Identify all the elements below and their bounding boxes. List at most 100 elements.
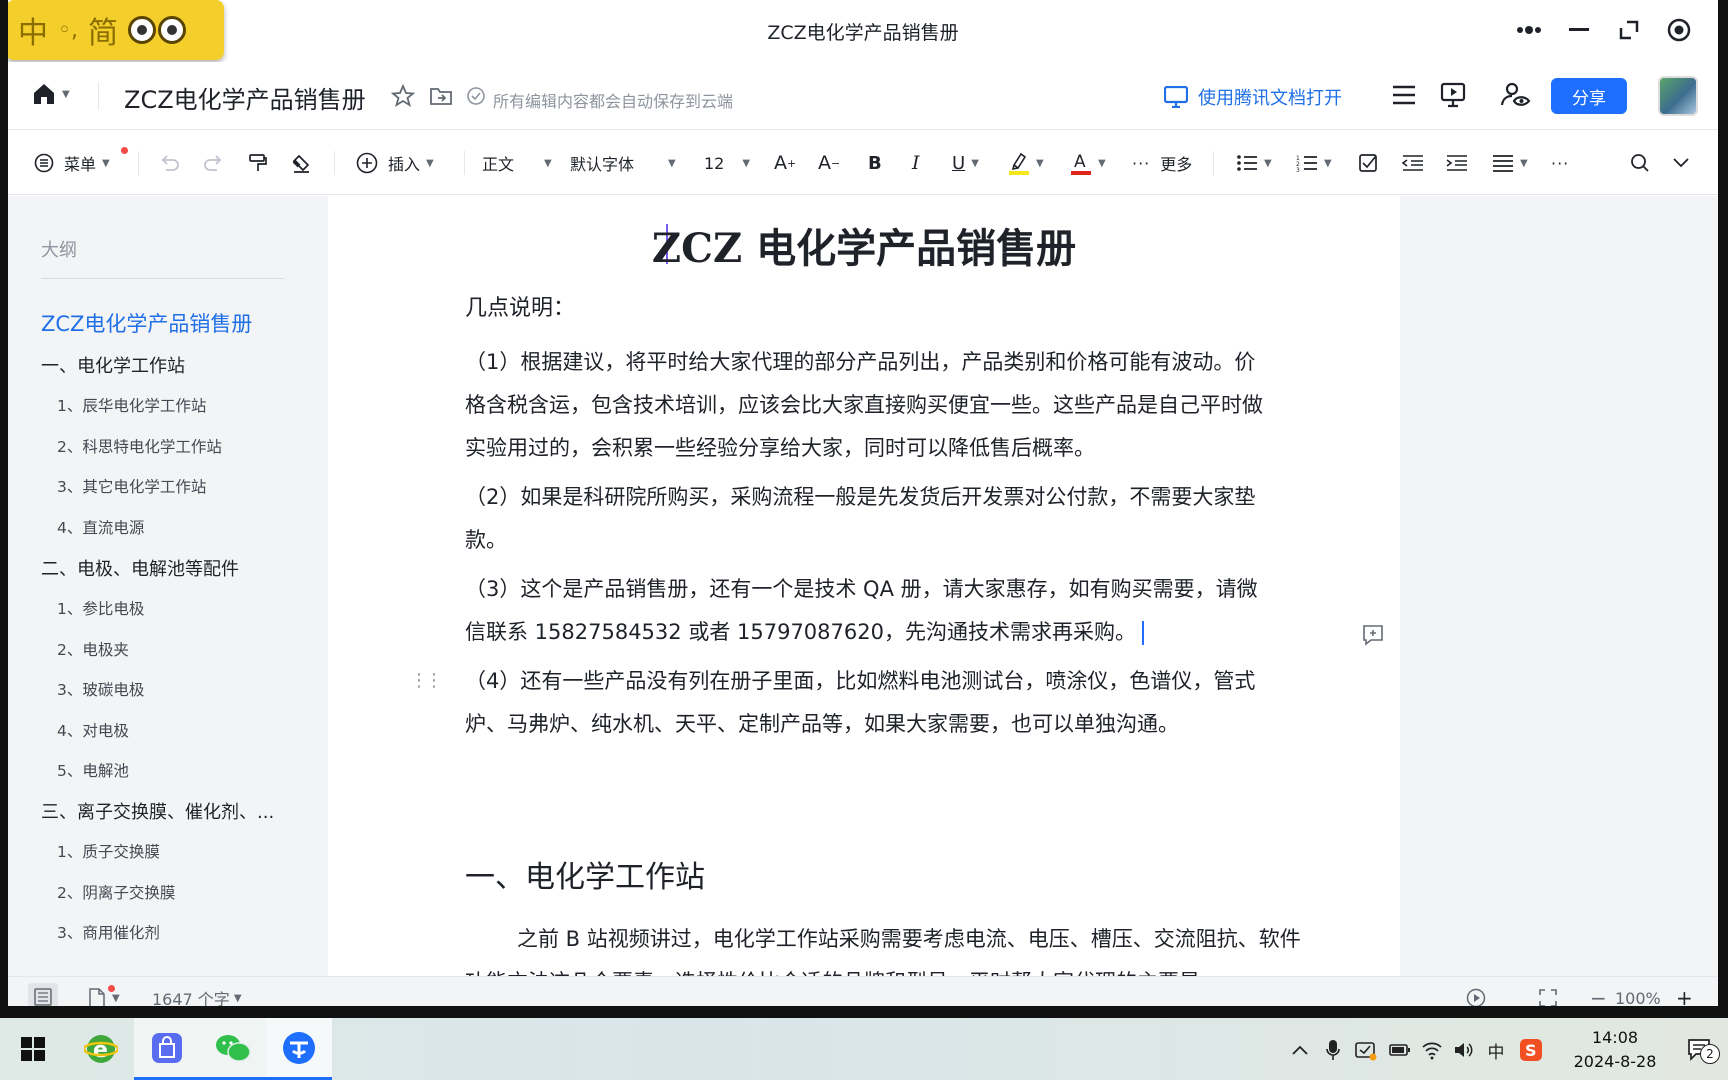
doc-title[interactable]: ZCZ电化学产品销售册 — [124, 80, 366, 115]
outline-item[interactable]: 1、质子交换膜 — [57, 840, 160, 862]
wifi-icon[interactable] — [1420, 1038, 1444, 1062]
document-heading[interactable]: ZCZ 电化学产品销售册 — [328, 216, 1400, 274]
outline-item[interactable]: ZCZ电化学产品销售册 — [41, 308, 252, 338]
outline-item[interactable]: 3、商用催化剂 — [57, 921, 160, 943]
collapse-toolbar-icon[interactable] — [1672, 149, 1690, 177]
tencent-docs-app-icon[interactable] — [266, 1018, 332, 1080]
redo-icon[interactable] — [203, 149, 223, 177]
drag-handle-icon[interactable]: ⋮⋮ — [410, 670, 443, 691]
open-in-tencent-docs-button[interactable]: 使用腾讯文档打开 — [1164, 84, 1342, 110]
underline-icon[interactable]: U ▼ — [952, 149, 979, 177]
move-folder-icon[interactable] — [429, 84, 453, 112]
increase-font-icon[interactable]: A + — [774, 149, 796, 177]
document-page[interactable]: ZCZ 电化学产品销售册 几点说明： （1）根据建议，将平时给大家代理的部分产品… — [328, 196, 1400, 976]
style-value: 正文 — [482, 155, 515, 174]
more-label: 更多 — [1160, 155, 1193, 174]
paragraph[interactable]: 之前 B 站视频讲过，电化学工作站采购需要考虑电流、电压、槽压、交流阻抗、软件功… — [465, 918, 1315, 976]
outline-item[interactable]: 2、电极夹 — [57, 638, 129, 660]
clock-time: 14:08 — [1591, 1028, 1639, 1047]
presentation-icon[interactable] — [1440, 82, 1466, 112]
system-clock[interactable]: 14:08 2024-8-28 — [1560, 1026, 1670, 1074]
font-size-select[interactable]: 12 ▼ — [704, 149, 750, 177]
microphone-icon[interactable] — [1322, 1038, 1344, 1062]
home-icon — [34, 84, 54, 104]
menu-circle-icon — [34, 153, 54, 173]
ime-indicator[interactable]: 中 — [1484, 1038, 1508, 1063]
format-painter-icon[interactable] — [248, 149, 268, 177]
menu-lines-icon[interactable] — [1392, 84, 1416, 110]
plus-circle-icon — [356, 152, 378, 174]
outline-item[interactable]: 一、电化学工作站 — [41, 352, 185, 378]
outline-item[interactable]: 1、参比电极 — [57, 597, 144, 619]
volume-icon[interactable] — [1452, 1038, 1476, 1062]
paragraph[interactable]: （3）这个是产品销售册，还有一个是技术 QA 册，请大家惠存，如有购买需要，请微… — [465, 568, 1265, 654]
more-options-icon[interactable] — [1511, 14, 1547, 46]
numbered-list-icon[interactable]: 123 ▼ — [1296, 149, 1332, 177]
italic-icon[interactable]: I — [912, 149, 920, 177]
paragraph[interactable]: （1）根据建议，将平时给大家代理的部分产品列出，产品类别和价格可能有波动。价格含… — [465, 341, 1265, 470]
home-button[interactable]: ▼ — [32, 82, 70, 106]
outdent-icon[interactable] — [1402, 149, 1424, 177]
notes-title[interactable]: 几点说明： — [465, 290, 575, 322]
add-comment-icon[interactable] — [1362, 624, 1384, 650]
window-title: ZCZ电化学产品销售册 — [767, 22, 959, 44]
share-button[interactable]: 分享 — [1551, 78, 1627, 114]
paragraph[interactable]: （2）如果是科研院所购买，采购流程一般是先发货后开发票对公付款，不需要大家垫款。 — [465, 476, 1265, 562]
font-family-select[interactable]: 默认字体 ▼ — [570, 149, 676, 177]
insert-button[interactable]: 插入 ▼ — [356, 149, 434, 177]
checklist-icon[interactable] — [1358, 149, 1378, 177]
align-icon[interactable]: ▼ — [1492, 149, 1528, 177]
wechat-app-icon[interactable] — [200, 1018, 266, 1080]
divider — [98, 82, 99, 110]
restore-icon[interactable] — [1611, 14, 1647, 46]
collaborator-view-icon[interactable] — [1500, 82, 1531, 112]
menu-button[interactable]: 菜单 ▼ — [34, 147, 128, 177]
tray-expand-icon[interactable] — [1290, 1038, 1310, 1062]
minimize-icon[interactable] — [1561, 14, 1597, 46]
avatar[interactable] — [1658, 76, 1698, 116]
paragraph[interactable]: （4）还有一些产品没有列在册子里面，比如燃料电池测试台，喷涂仪，色谱仪，管式炉、… — [465, 660, 1265, 746]
outline-item[interactable]: 3、其它电化学工作站 — [57, 475, 206, 497]
paragraph-style-select[interactable]: 正文 ▼ — [482, 149, 552, 177]
undo-icon[interactable] — [160, 149, 180, 177]
outline-item[interactable]: 3、玻碳电极 — [57, 678, 144, 700]
font-color-icon[interactable]: A ▼ — [1070, 149, 1106, 177]
outline-item[interactable]: 4、直流电源 — [57, 516, 144, 538]
overflow-icon[interactable]: ··· — [1551, 149, 1569, 177]
outline-item[interactable]: 1、辰华电化学工作站 — [57, 394, 206, 416]
outline-item[interactable]: 4、对电极 — [57, 719, 129, 741]
svg-text:S: S — [1525, 1041, 1537, 1060]
ime-punct[interactable]: ◦, — [58, 18, 78, 43]
record-icon[interactable] — [1661, 14, 1697, 46]
notification-center-icon[interactable]: 2 — [1680, 1038, 1720, 1064]
start-button[interactable] — [0, 1018, 66, 1080]
font-value: 默认字体 — [570, 155, 635, 174]
star-icon[interactable] — [390, 83, 416, 112]
search-icon[interactable] — [1630, 149, 1650, 177]
clear-format-icon[interactable] — [291, 149, 311, 177]
ime-toolbar[interactable]: 中 ◦, 简 — [6, 0, 224, 60]
outline-item[interactable]: 5、电解池 — [57, 759, 129, 781]
window-border — [0, 0, 8, 1018]
highlight-icon[interactable]: ▼ — [1008, 149, 1044, 177]
notification-dot — [108, 985, 115, 992]
svg-text:e: e — [93, 1038, 108, 1063]
browser-app-icon[interactable]: e — [68, 1018, 134, 1080]
ime-script[interactable]: 简 — [88, 8, 118, 52]
security-icon[interactable] — [1354, 1038, 1378, 1062]
cloud-saved-icon — [466, 86, 486, 110]
outline-header: 大纲 — [41, 240, 77, 261]
app-store-icon[interactable] — [134, 1018, 200, 1080]
sogou-ime-icon[interactable]: S — [1518, 1038, 1544, 1062]
section-heading[interactable]: 一、电化学工作站 — [465, 852, 705, 896]
outline-item[interactable]: 三、离子交换膜、催化剂、... — [41, 798, 274, 824]
outline-item[interactable]: 二、电极、电解池等配件 — [41, 555, 239, 581]
ime-mode[interactable]: 中 — [18, 8, 48, 52]
decrease-font-icon[interactable]: A − — [818, 149, 840, 177]
indent-icon[interactable] — [1446, 149, 1468, 177]
bold-icon[interactable]: B — [868, 149, 882, 177]
bullet-list-icon[interactable]: ▼ — [1236, 149, 1272, 177]
outline-item[interactable]: 2、科思特电化学工作站 — [57, 435, 222, 457]
more-format-button[interactable]: ··· 更多 — [1132, 149, 1192, 177]
outline-item[interactable]: 2、阴离子交换膜 — [57, 881, 175, 903]
